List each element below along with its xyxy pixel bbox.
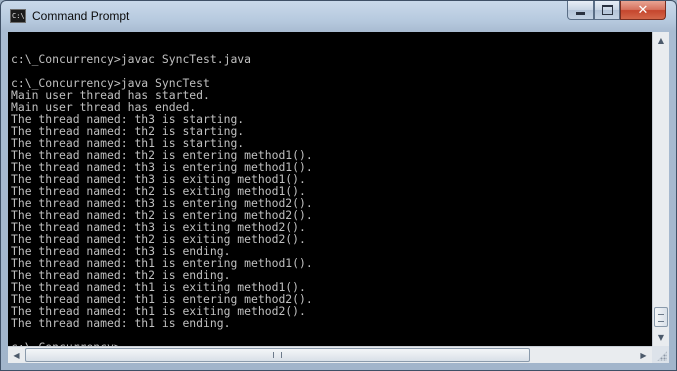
minimize-button[interactable] (567, 1, 594, 20)
close-button[interactable]: ✕ (620, 1, 666, 20)
scroll-up-arrow-icon[interactable]: ▲ (653, 32, 669, 49)
scroll-down-arrow-icon[interactable]: ▼ (653, 329, 669, 346)
console-line: c:\_Concurrency>javac SyncTest.java (11, 52, 252, 66)
cmd-icon[interactable]: C:\ (10, 9, 26, 23)
resize-grip-icon[interactable] (657, 351, 667, 361)
horizontal-scroll-thumb[interactable] (25, 348, 530, 362)
console-line: The thread named: th1 is ending. (11, 316, 231, 330)
close-icon: ✕ (637, 2, 649, 18)
scroll-right-arrow-icon[interactable]: ▶ (635, 347, 652, 363)
minimize-icon (576, 11, 585, 15)
scroll-left-arrow-icon[interactable]: ◀ (8, 347, 25, 363)
console-output[interactable]: c:\_Concurrency>javac SyncTest.java c:\_… (8, 32, 652, 346)
title-bar[interactable]: C:\ Command Prompt ✕ (1, 1, 676, 31)
console-text: c:\_Concurrency>javac SyncTest.java c:\_… (8, 32, 652, 346)
command-prompt-window: C:\ Command Prompt ✕ c:\_Concurrency>jav… (0, 0, 677, 371)
vertical-scroll-thumb[interactable] (654, 307, 668, 327)
vertical-scrollbar[interactable]: ▲ ▼ (652, 32, 669, 346)
resize-corner[interactable] (652, 346, 669, 363)
horizontal-scrollbar[interactable]: ◀ ▶ (8, 346, 652, 363)
maximize-icon (601, 5, 613, 15)
window-title: Command Prompt (32, 9, 130, 23)
maximize-button[interactable] (594, 1, 620, 20)
